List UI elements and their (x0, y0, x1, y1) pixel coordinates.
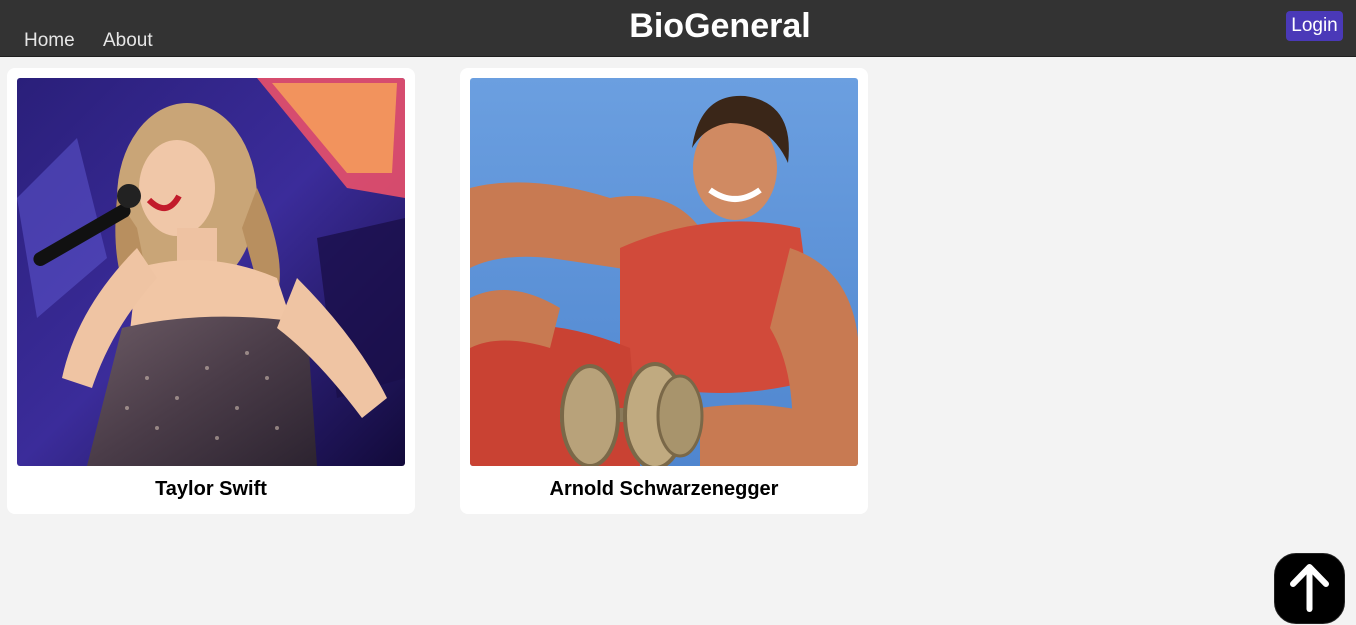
person-name[interactable]: Taylor Swift (7, 477, 415, 501)
login-button[interactable]: Login (1286, 11, 1343, 41)
arnold-schwarzenegger-photo (470, 78, 858, 466)
site-title: BioGeneral (629, 7, 811, 45)
person-photo[interactable] (17, 78, 405, 466)
arrow-up-icon (1290, 564, 1329, 612)
nav-home-link[interactable]: Home (24, 30, 75, 52)
person-card-taylor-swift[interactable]: Taylor Swift (7, 68, 415, 514)
person-name[interactable]: Arnold Schwarzenegger (460, 477, 868, 501)
scroll-to-top-button[interactable] (1274, 553, 1345, 624)
person-card-arnold-schwarzenegger[interactable]: Arnold Schwarzenegger (460, 68, 868, 514)
person-photo[interactable] (470, 78, 858, 466)
taylor-swift-photo (17, 78, 405, 466)
top-navbar: Home About BioGeneral Login (0, 0, 1356, 57)
